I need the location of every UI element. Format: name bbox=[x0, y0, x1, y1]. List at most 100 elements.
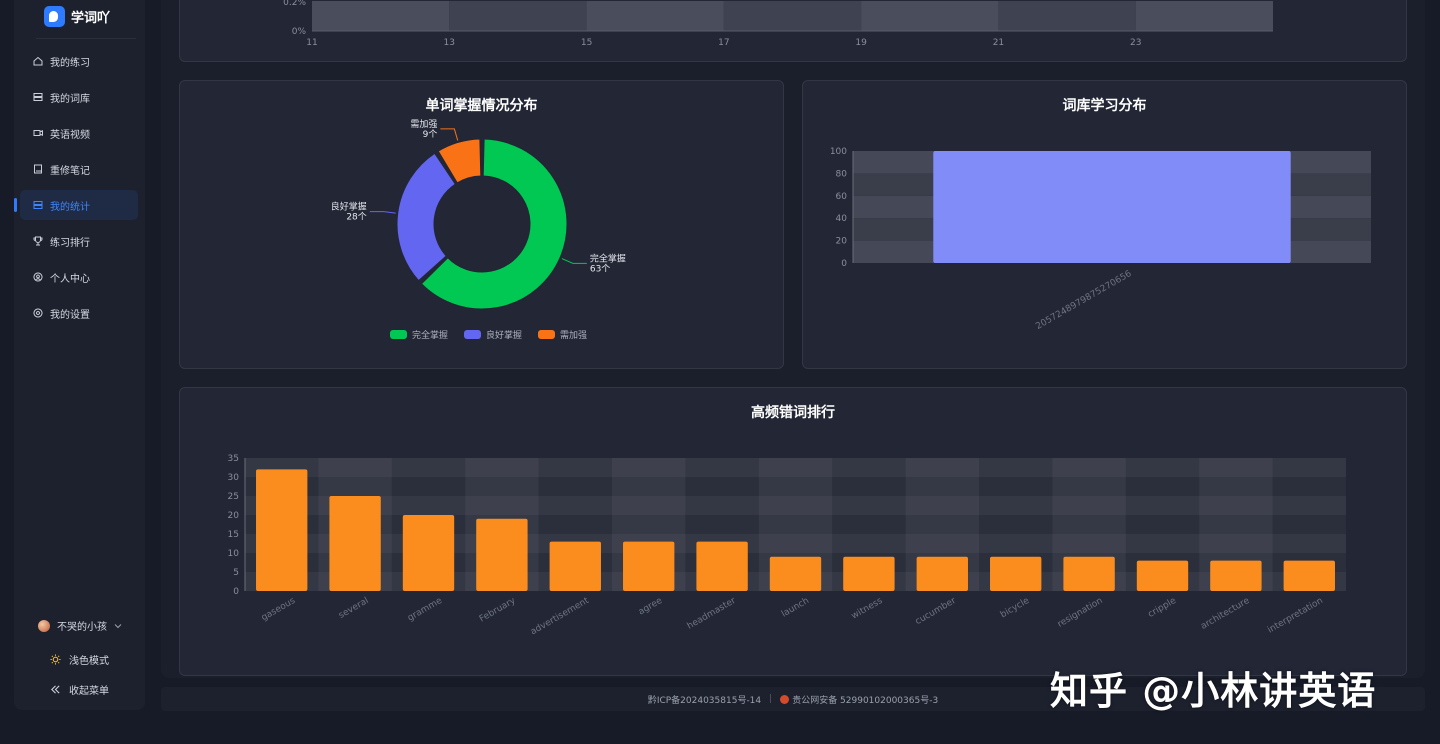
bar bbox=[1136, 560, 1189, 591]
trophy-icon bbox=[33, 236, 43, 246]
y-tick-label: 35 bbox=[228, 454, 239, 464]
slice-label: 需加强 bbox=[410, 119, 437, 130]
sidebar-item-label: 重修笔记 bbox=[50, 165, 90, 177]
brand[interactable]: 学词吖 bbox=[44, 6, 110, 27]
y-tick-label: 15 bbox=[228, 530, 239, 540]
bar bbox=[402, 515, 455, 591]
sidebar-item[interactable]: 我的练习 bbox=[20, 46, 138, 76]
x-tick-label: 19 bbox=[855, 38, 867, 48]
theme-label: 浅色模式 bbox=[69, 656, 109, 667]
x-tick-label: 2057248979875270656 bbox=[1034, 269, 1133, 332]
user-menu[interactable]: 不哭的小孩 bbox=[38, 618, 122, 633]
x-tick-label: 17 bbox=[718, 38, 729, 48]
collapse-label: 收起菜单 bbox=[69, 686, 109, 697]
bar bbox=[623, 541, 675, 591]
sidebar-item-label: 英语视频 bbox=[50, 129, 90, 141]
bar bbox=[769, 556, 822, 591]
y-tick-label: 30 bbox=[228, 473, 240, 483]
y-tick-label: 0.2% bbox=[283, 0, 306, 8]
icp-link[interactable]: 黔ICP备2024035815号-14 bbox=[648, 693, 761, 706]
library-bar-chart: 0 20 40 60 80 100 2057248979875270656 bbox=[830, 147, 1371, 332]
theme-toggle[interactable]: 浅色模式 bbox=[50, 652, 109, 667]
y-tick-label: 20 bbox=[836, 237, 848, 247]
collapse-menu-button[interactable]: 收起菜单 bbox=[50, 682, 109, 697]
top-chart: 0.2% 0%11 13 15 17 19 21 23 bbox=[283, 0, 1273, 48]
x-tick-label: interpretation bbox=[1266, 596, 1325, 636]
x-tick-label: gaseous bbox=[260, 596, 298, 623]
x-tick-label: 13 bbox=[444, 38, 455, 48]
y-tick-label: 0 bbox=[233, 587, 239, 597]
x-tick-label: bicycle bbox=[999, 596, 1032, 621]
x-tick-label: agree bbox=[637, 596, 665, 618]
x-tick-label: headmaster bbox=[686, 596, 738, 632]
x-tick-label: architecture bbox=[1199, 596, 1252, 632]
slice-label: 完全掌握 bbox=[590, 252, 626, 264]
police-record-link[interactable]: 贵公网安备 52990102000365号-3 bbox=[780, 693, 938, 706]
legend-swatch bbox=[538, 330, 555, 339]
bar bbox=[329, 496, 381, 591]
book-icon bbox=[34, 164, 42, 174]
legend-label: 完全掌握 bbox=[412, 329, 448, 341]
x-tick-label: February bbox=[478, 596, 518, 625]
sidebar: 学词吖 我的练习我的词库英语视频重修笔记我的统计练习排行个人中心我的设置 不哭的… bbox=[14, 0, 145, 710]
label-leader-line bbox=[440, 128, 459, 141]
grid-band bbox=[998, 1, 1136, 31]
app-logo-icon bbox=[44, 6, 65, 27]
main-content: 0.2% 0% 11 13 15 17 19 21 23 单词掌握情况分布 完全掌握 63个 良好掌… bbox=[161, 0, 1425, 678]
y-tick-label: 0% bbox=[292, 27, 307, 37]
x-tick-label: 23 bbox=[1130, 38, 1141, 48]
x-tick-label: 11 bbox=[306, 38, 317, 48]
divider bbox=[36, 38, 136, 39]
sidebar-item-label: 我的练习 bbox=[50, 57, 90, 69]
user-name: 不哭的小孩 bbox=[57, 622, 107, 633]
sidebar-item[interactable]: 重修笔记 bbox=[20, 154, 138, 184]
sidebar-item[interactable]: 英语视频 bbox=[20, 118, 138, 148]
bar bbox=[696, 541, 748, 591]
top-chart-card: 0.2% 0% 11 13 15 17 19 21 23 bbox=[179, 0, 1407, 62]
x-tick-label: witness bbox=[850, 596, 885, 622]
y-tick-label: 10 bbox=[228, 549, 240, 559]
sidebar-item-label: 我的统计 bbox=[50, 201, 90, 213]
bar bbox=[990, 556, 1042, 591]
bar bbox=[916, 556, 968, 591]
bar bbox=[1210, 560, 1262, 591]
watermark: 知乎 @小林讲英语 bbox=[1050, 669, 1377, 713]
grid-band bbox=[312, 1, 450, 31]
bar bbox=[843, 556, 895, 591]
police-record-text: 贵公网安备 52990102000365号-3 bbox=[792, 695, 939, 706]
x-tick-label: gramme bbox=[406, 596, 444, 624]
database-icon bbox=[33, 93, 43, 101]
y-tick-label: 100 bbox=[830, 147, 847, 157]
grid-band bbox=[449, 1, 587, 31]
bar bbox=[549, 541, 601, 591]
y-tick-label: 5 bbox=[233, 568, 239, 578]
stats-icon bbox=[33, 201, 43, 209]
settings-icon bbox=[33, 308, 43, 318]
y-tick-label: 25 bbox=[228, 492, 239, 502]
grid-band bbox=[1135, 1, 1273, 31]
label-leader-line bbox=[561, 258, 587, 264]
grid-band bbox=[861, 1, 999, 31]
bar bbox=[476, 518, 528, 591]
pie-slice bbox=[420, 138, 568, 310]
app-root: 学词吖 我的练习我的词库英语视频重修笔记我的统计练习排行个人中心我的设置 不哭的… bbox=[0, 0, 1440, 744]
sidebar-item[interactable]: 练习排行 bbox=[20, 226, 138, 256]
sidebar-item[interactable]: 我的设置 bbox=[20, 298, 138, 328]
police-badge-icon bbox=[780, 694, 790, 704]
bar bbox=[1063, 556, 1115, 591]
y-tick-label: 80 bbox=[836, 169, 848, 179]
legend-swatch bbox=[464, 330, 481, 339]
grid-band bbox=[586, 1, 724, 31]
sidebar-item[interactable]: 个人中心 bbox=[20, 262, 138, 292]
x-tick-label: resignation bbox=[1056, 596, 1105, 630]
legend-label: 良好掌握 bbox=[486, 329, 522, 341]
sidebar-menu: 我的练习我的词库英语视频重修笔记我的统计练习排行个人中心我的设置 bbox=[14, 46, 138, 334]
video-icon bbox=[33, 130, 43, 136]
slice-value-label: 63个 bbox=[590, 263, 610, 274]
sidebar-item[interactable]: 我的词库 bbox=[20, 82, 138, 112]
sidebar-item[interactable]: 我的统计 bbox=[14, 190, 138, 220]
x-tick-label: cucumber bbox=[914, 596, 958, 627]
y-tick-label: 60 bbox=[836, 192, 848, 202]
error-words-chart-card: 高频错词排行 0 5 10 15 20 25 30 35 gaseous several gramm… bbox=[179, 387, 1407, 676]
y-tick-label: 20 bbox=[228, 511, 240, 521]
